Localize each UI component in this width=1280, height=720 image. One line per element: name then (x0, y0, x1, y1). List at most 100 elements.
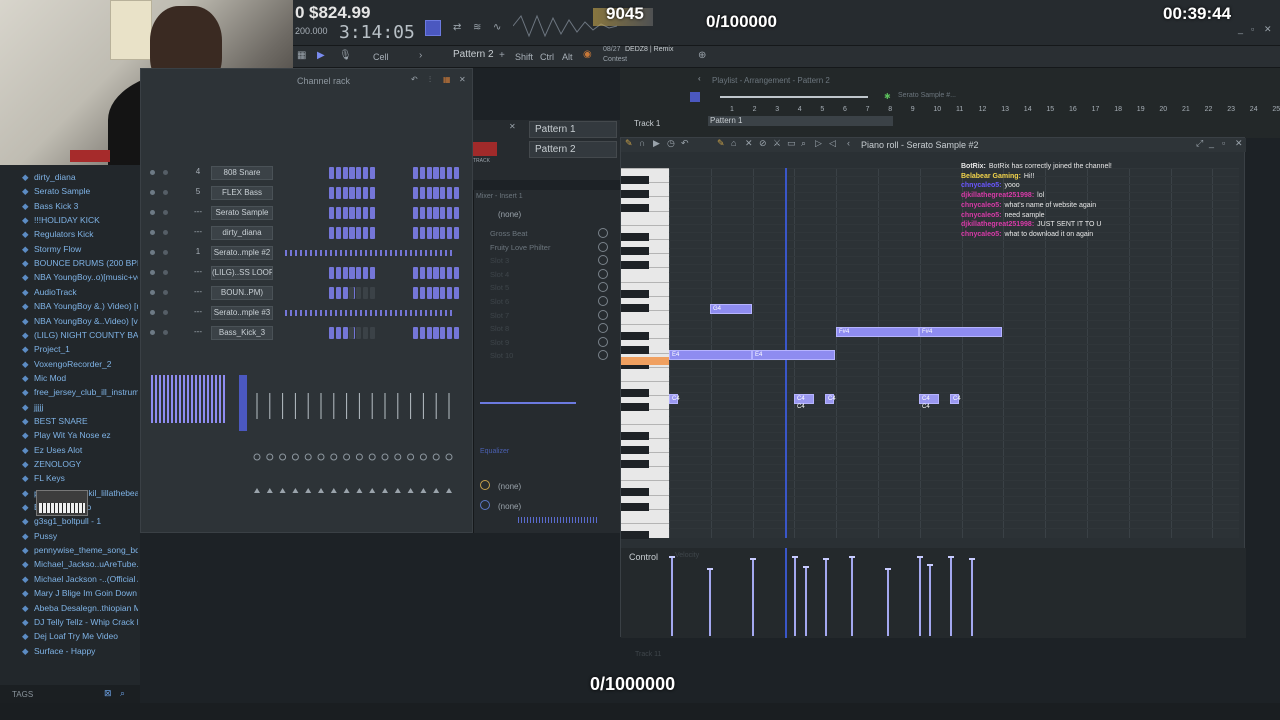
channel-mixer-num[interactable]: --- (189, 207, 207, 216)
channel-mute[interactable] (163, 230, 168, 235)
step-button[interactable] (420, 207, 425, 219)
step-button[interactable] (356, 187, 361, 199)
channel-name[interactable]: FLEX Bass (211, 186, 273, 200)
channel-scrollbar[interactable] (239, 375, 247, 431)
step-button[interactable] (454, 187, 459, 199)
velocity-cap[interactable] (969, 558, 975, 560)
channel-mixer-num[interactable]: 4 (189, 167, 207, 176)
step-button[interactable] (413, 327, 418, 339)
note-grid[interactable]: G4F#4F#4E4E4C4C4 C4C4C4 C4C4C6C5C4C3 (669, 168, 1239, 538)
draw-tool-icon[interactable]: ✎ (717, 138, 725, 149)
search-icon[interactable]: ⌕ (120, 688, 125, 699)
step-button[interactable] (363, 267, 368, 279)
step-button[interactable] (349, 207, 354, 219)
step-button[interactable] (363, 167, 368, 179)
maximize-icon[interactable]: ▫ (1251, 24, 1254, 34)
effect-mix-knob[interactable] (598, 336, 608, 347)
step-button[interactable] (447, 227, 452, 239)
velocity-cap[interactable] (849, 556, 855, 558)
black-key[interactable] (621, 204, 649, 213)
step-button[interactable] (336, 227, 341, 239)
step-button[interactable] (427, 227, 432, 239)
velocity-bar[interactable] (851, 556, 853, 636)
playlist-arrow-icon[interactable]: ‹ (698, 74, 701, 83)
step-button[interactable] (427, 167, 432, 179)
step-button[interactable] (447, 167, 452, 179)
step-button[interactable] (454, 207, 459, 219)
step-button[interactable] (356, 327, 361, 339)
step-button[interactable] (329, 207, 334, 219)
pr-minimize-icon[interactable]: _ (1209, 138, 1214, 148)
velocity-bar[interactable] (971, 558, 973, 636)
black-key[interactable] (621, 488, 649, 497)
browser-item[interactable]: ◆ Ez Uses Alot (22, 445, 138, 456)
pencil-icon[interactable]: ✎ (625, 138, 633, 149)
step-button[interactable] (447, 187, 452, 199)
snap-icon[interactable]: ▦ (297, 50, 306, 61)
output-clock-icon[interactable] (480, 480, 490, 490)
step-button[interactable] (336, 167, 341, 179)
undo-icon[interactable]: ↶ (681, 138, 689, 149)
effect-slot[interactable]: Fruity Love Philter (490, 243, 550, 252)
step-button[interactable] (420, 327, 425, 339)
step-shift-arrow[interactable] (254, 488, 260, 493)
effect-slot[interactable]: Slot 5 (490, 283, 509, 292)
black-key[interactable] (621, 531, 649, 539)
mute-tool-icon[interactable]: ⊘ (759, 138, 767, 149)
rack-options-icon[interactable]: ↶ (411, 75, 418, 84)
output-link-icon[interactable] (480, 500, 490, 510)
channel-mixer-num[interactable]: --- (189, 327, 207, 336)
step-button[interactable] (440, 327, 445, 339)
channel-led[interactable] (150, 330, 155, 335)
midi-note[interactable]: C4 (825, 394, 836, 404)
step-shift-arrow[interactable] (318, 488, 324, 493)
channel-led[interactable] (150, 190, 155, 195)
step-button[interactable] (420, 287, 425, 299)
step-button[interactable] (413, 167, 418, 179)
browser-item[interactable]: ◆ free_jersey_club_ill_instrumental (22, 387, 138, 398)
channel-mute[interactable] (163, 190, 168, 195)
browser-item[interactable]: ◆ Play Wit Ya Nose ez (22, 430, 138, 441)
output-slot-2[interactable]: (none) (498, 502, 521, 511)
step-button[interactable] (370, 327, 375, 339)
effect-slot[interactable]: Slot 8 (490, 324, 509, 333)
paint-tool-icon[interactable]: ⌂ (731, 138, 736, 148)
effect-slot[interactable]: Slot 6 (490, 297, 509, 306)
browser-item[interactable]: ◆ jjjjj (22, 402, 138, 413)
pattern-selector[interactable]: Pattern 2 (453, 49, 494, 60)
channel-mixer-num[interactable]: --- (189, 267, 207, 276)
step-knob[interactable] (330, 453, 338, 461)
midi-note[interactable]: E4 (669, 350, 752, 360)
step-shift-arrow[interactable] (433, 488, 440, 493)
channel-name[interactable]: (LILG)..SS LOOP (211, 266, 273, 280)
step-button[interactable] (356, 287, 361, 299)
step-knob[interactable] (317, 453, 325, 461)
channel-led[interactable] (150, 310, 155, 315)
step-button[interactable] (356, 227, 361, 239)
rack-close-icon[interactable]: ✕ (459, 75, 466, 84)
piano-keyboard[interactable] (621, 168, 669, 539)
news-icon[interactable]: ◉ (583, 49, 592, 60)
browser-item[interactable]: ◆ NBA YoungBoy &..Video) [vocals] (22, 316, 138, 327)
step-button[interactable] (433, 167, 438, 179)
channel-name[interactable]: 808 Snare (211, 166, 273, 180)
pattern-clip[interactable]: Pattern 1 (708, 116, 893, 126)
close-icon[interactable]: ✕ (1264, 24, 1272, 35)
step-button[interactable] (420, 167, 425, 179)
channel-name[interactable]: Bass_Kick_3 (211, 326, 273, 340)
browser-item[interactable]: ◆ NBA YoungBoy &.) Video) [music] (22, 301, 138, 312)
picker-close-icon[interactable]: ✕ (509, 122, 516, 131)
step-knob[interactable] (266, 453, 274, 461)
step-button[interactable] (370, 207, 375, 219)
step-button[interactable] (413, 287, 418, 299)
step-button[interactable] (363, 187, 368, 199)
channel-led[interactable] (150, 290, 155, 295)
browser-item[interactable]: ◆ BEST SNARE (22, 416, 138, 427)
step-button[interactable] (454, 287, 459, 299)
velocity-bar[interactable] (805, 566, 807, 636)
midi-note[interactable]: C4 C4 (794, 394, 814, 410)
step-knob[interactable] (445, 453, 453, 461)
pr-back-icon[interactable]: ‹ (847, 138, 850, 148)
step-button[interactable] (356, 167, 361, 179)
step-button[interactable] (440, 267, 445, 279)
